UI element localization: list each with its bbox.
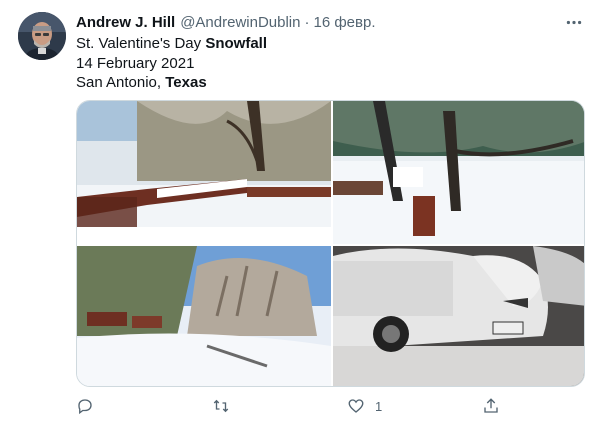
photo-snowy-tree-yard[interactable] xyxy=(333,101,584,244)
author-handle[interactable]: @AndrewinDublin xyxy=(180,14,300,31)
photo-snow-covered-car[interactable] xyxy=(333,246,584,386)
retweet-icon xyxy=(213,399,229,413)
tweet-line-3: San Antonio, Texas xyxy=(76,74,207,91)
snowy-tree-yard-photo-icon xyxy=(333,101,584,244)
reply-button[interactable] xyxy=(76,394,104,418)
photo-grid xyxy=(76,100,585,387)
separator: · xyxy=(304,13,310,31)
photo-snowy-deck[interactable] xyxy=(77,101,331,244)
more-icon xyxy=(566,20,582,24)
share-icon xyxy=(484,398,498,413)
snowy-hillside-photo-icon xyxy=(77,246,331,386)
author-name[interactable]: Andrew J. Hill xyxy=(76,14,175,31)
heart-icon xyxy=(348,399,364,413)
tweet-header: Andrew J. Hill @AndrewinDublin · 16 февр… xyxy=(76,12,576,32)
photo-snowy-hillside[interactable] xyxy=(77,246,331,386)
tweet-text: St. Valentine's Day Snowfall 14 February… xyxy=(76,34,267,93)
reply-icon xyxy=(78,399,92,415)
tweet-date[interactable]: 16 февр. xyxy=(313,14,375,31)
tweet-line-1: St. Valentine's Day Snowfall xyxy=(76,35,267,52)
tweet-actions: 1 xyxy=(76,394,506,418)
snowy-deck-photo-icon xyxy=(77,101,331,244)
snow-covered-car-photo-icon xyxy=(333,246,584,386)
avatar[interactable] xyxy=(18,12,66,60)
like-count: 1 xyxy=(375,398,383,414)
retweet-button[interactable] xyxy=(212,394,240,418)
tweet-line-2: 14 February 2021 xyxy=(76,54,195,72)
share-button[interactable] xyxy=(482,394,510,418)
more-options-button[interactable] xyxy=(561,12,587,32)
tweet[interactable]: Andrew J. Hill @AndrewinDublin · 16 февр… xyxy=(0,0,600,429)
like-button[interactable]: 1 xyxy=(347,394,382,418)
avatar-image xyxy=(18,12,66,60)
